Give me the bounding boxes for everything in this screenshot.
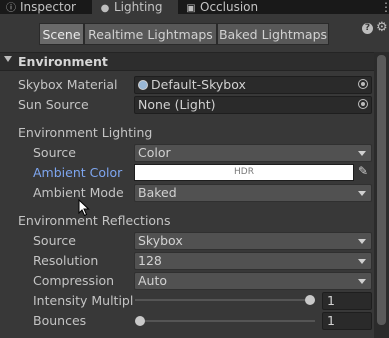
subtab-realtime-lightmaps[interactable]: Realtime Lightmaps (84, 23, 217, 45)
skybox-material-field[interactable]: Default-Skybox (134, 76, 372, 94)
bounces-value-field[interactable]: 1 (322, 312, 372, 330)
help-icon[interactable]: ? (362, 23, 373, 34)
material-icon (138, 80, 148, 90)
bounces-label: Bounces (33, 313, 87, 328)
subtab-baked-lightmaps[interactable]: Baked Lightmaps (217, 23, 329, 45)
hdr-badge: HDR (234, 167, 254, 177)
resolution-value: 128 (138, 253, 162, 268)
lighting-source-dropdown[interactable]: Color (134, 144, 372, 162)
environment-reflections-heading: Environment Reflections (18, 213, 171, 228)
reflection-source-dropdown[interactable]: Skybox (134, 232, 372, 250)
intensity-slider-knob[interactable] (305, 295, 315, 305)
scrollbar-thumb[interactable] (377, 55, 386, 325)
mouse-cursor-icon (78, 199, 90, 217)
tab-inspector[interactable]: ⓘ Inspector (6, 0, 88, 14)
sun-source-label: Sun Source (18, 97, 89, 112)
ambient-color-swatch[interactable]: HDR (134, 164, 354, 181)
tab-lighting[interactable]: ● Lighting (92, 0, 178, 14)
reflection-source-value: Skybox (138, 233, 183, 248)
sun-source-field[interactable]: None (Light) (134, 96, 372, 114)
settings-gear-icon[interactable]: ⚙ (376, 20, 388, 35)
skybox-material-value: Default-Skybox (151, 77, 246, 92)
object-picker-icon[interactable] (358, 99, 368, 109)
eyedropper-icon[interactable]: ✎ (358, 164, 368, 178)
sun-source-value: None (Light) (138, 97, 216, 112)
ambient-mode-value: Baked (138, 185, 177, 200)
ambient-mode-dropdown[interactable]: Baked (134, 184, 372, 202)
dropdown-arrow-icon (358, 239, 366, 244)
skybox-material-label: Skybox Material (18, 77, 118, 92)
compression-dropdown[interactable]: Auto (134, 272, 372, 290)
tab-occlusion[interactable]: ▣ Occlusion (186, 0, 270, 14)
foldout-arrow-icon[interactable] (4, 56, 12, 62)
dropdown-arrow-icon (358, 279, 366, 284)
resolution-label: Resolution (33, 253, 99, 268)
subtab-scene[interactable]: Scene (39, 23, 84, 45)
ambient-color-label: Ambient Color (33, 165, 123, 180)
environment-lighting-heading: Environment Lighting (18, 125, 153, 140)
bounces-slider-knob[interactable] (135, 316, 145, 326)
dropdown-arrow-icon (358, 191, 366, 196)
compression-value: Auto (138, 273, 168, 288)
tab-label: Inspector (20, 0, 76, 14)
dropdown-arrow-icon (358, 259, 366, 264)
more-options-icon[interactable]: ⋮ (380, 0, 389, 14)
lighting-source-value: Color (138, 145, 171, 160)
dropdown-arrow-icon (358, 151, 366, 156)
environment-header-label: Environment (18, 54, 108, 69)
ambient-mode-label: Ambient Mode (33, 185, 124, 200)
intensity-value-field[interactable]: 1 (322, 292, 372, 310)
compression-label: Compression (33, 273, 115, 288)
intensity-slider-track[interactable] (135, 299, 315, 301)
resolution-dropdown[interactable]: 128 (134, 252, 372, 270)
lighting-source-label: Source (33, 145, 76, 160)
tab-label: Occlusion (200, 0, 259, 14)
intensity-multiplier-label: Intensity Multiplie (33, 293, 133, 308)
object-picker-icon[interactable] (358, 79, 368, 89)
bounces-slider-track[interactable] (135, 320, 315, 322)
tab-label: Lighting (114, 0, 163, 14)
reflection-source-label: Source (33, 233, 76, 248)
